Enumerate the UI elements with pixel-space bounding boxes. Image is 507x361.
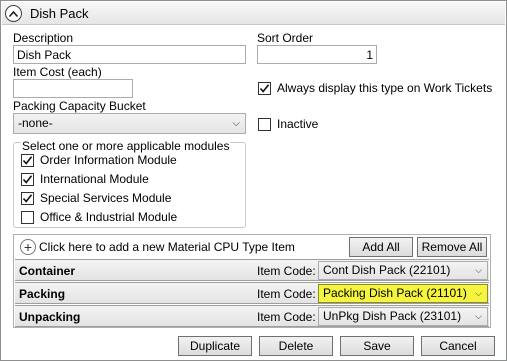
collapse-icon[interactable] [5,5,22,22]
cancel-button[interactable]: Cancel [421,336,495,356]
always-display-label: Always display this type on Work Tickets [277,81,493,95]
inactive-checkbox-row[interactable]: Inactive [258,117,318,131]
delete-button[interactable]: Delete [259,336,333,356]
item-cost-input[interactable] [13,79,133,98]
add-item-text[interactable]: Click here to add a new Material CPU Typ… [39,240,295,254]
module-office-industrial[interactable]: Office & Industrial Module [21,210,177,224]
item-code-label: Item Code: [257,287,316,301]
add-all-button[interactable]: Add All [349,237,413,257]
description-input[interactable] [13,45,246,64]
item-type-name: Unpacking [19,310,81,324]
item-type-name: Packing [19,287,66,301]
item-code-label: Item Code: [257,310,316,324]
module-label: International Module [40,172,149,186]
sort-order-label: Sort Order [257,31,314,45]
module-label: Office & Industrial Module [40,210,178,224]
add-icon[interactable]: + [20,239,36,255]
table-row[interactable]: Unpacking Item Code: UnPkg Dish Pack (23… [15,305,489,327]
item-code-select[interactable]: Packing Dish Pack (21101) ⌵ [318,284,488,303]
module-checkbox[interactable] [21,191,34,205]
chevron-down-icon: ⌵ [475,265,482,275]
item-type-name: Container [19,264,76,278]
module-international[interactable]: International Module [21,172,149,186]
packing-bucket-label: Packing Capacity Bucket [13,99,146,113]
module-label: Special Services Module [40,191,172,205]
panel-header: Dish Pack [2,2,505,25]
modules-legend: Select one or more applicable modules [21,139,231,153]
module-special-services[interactable]: Special Services Module [21,191,171,205]
module-label: Order Information Module [40,153,177,167]
item-code-value: Packing Dish Pack (21101) [323,286,467,300]
item-code-select[interactable]: UnPkg Dish Pack (23101) ⌵ [318,307,488,326]
always-display-checkbox[interactable] [258,81,271,95]
module-checkbox[interactable] [21,210,34,224]
add-item-row[interactable]: + Click here to add a new Material CPU T… [15,236,489,258]
chevron-down-icon: ⌵ [475,288,482,298]
item-code-value: UnPkg Dish Pack (23101) [323,309,462,323]
inactive-label: Inactive [277,117,319,131]
module-order-information[interactable]: Order Information Module [21,153,177,167]
chevron-down-icon: ⌵ [232,118,240,129]
material-cpu-list: + Click here to add a new Material CPU T… [13,234,491,328]
sort-order-input[interactable] [257,45,377,64]
item-code-select[interactable]: Cont Dish Pack (22101) ⌵ [318,261,488,280]
always-display-checkbox-row[interactable]: Always display this type on Work Tickets [258,81,492,95]
panel-title: Dish Pack [30,6,89,21]
module-checkbox[interactable] [21,172,34,186]
item-code-label: Item Code: [257,264,316,278]
module-checkbox[interactable] [21,153,34,167]
item-code-value: Cont Dish Pack (22101) [323,263,451,277]
chevron-down-icon: ⌵ [475,311,482,321]
packing-bucket-select[interactable]: -none- ⌵ [13,113,246,134]
description-label: Description [13,31,74,45]
table-row[interactable]: Packing Item Code: Packing Dish Pack (21… [15,282,489,304]
packing-bucket-value: -none- [18,116,53,130]
item-cost-label: Item Cost (each) [13,65,102,79]
table-row[interactable]: Container Item Code: Cont Dish Pack (221… [15,259,489,281]
duplicate-button[interactable]: Duplicate [178,336,252,356]
dish-pack-panel: Dish Pack Description Sort Order Item Co… [0,0,507,361]
save-button[interactable]: Save [340,336,414,356]
remove-all-button[interactable]: Remove All [417,237,487,257]
inactive-checkbox[interactable] [258,117,271,131]
